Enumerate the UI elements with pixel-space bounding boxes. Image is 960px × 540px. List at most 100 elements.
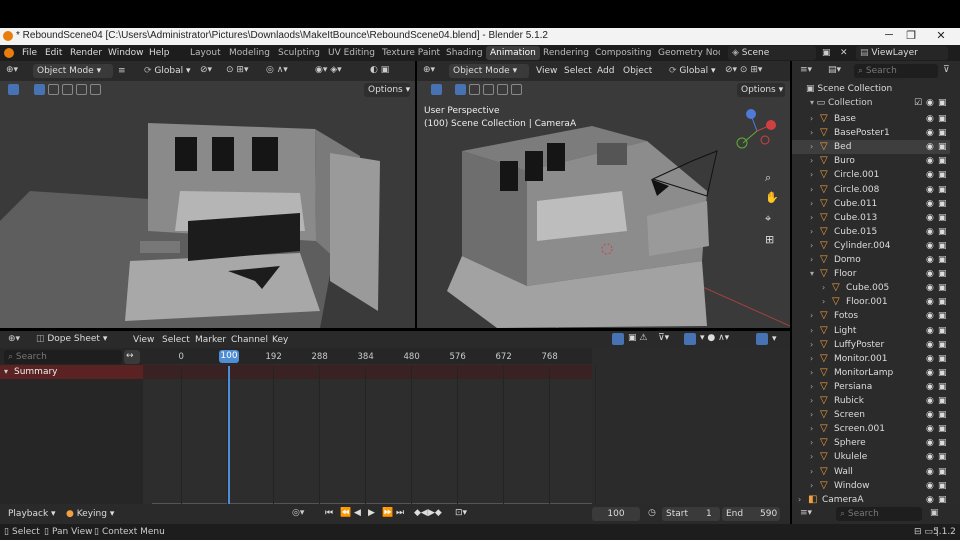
tab-sculpting[interactable]: Sculpting bbox=[274, 46, 324, 60]
render-camera-icon[interactable]: ▣ bbox=[938, 396, 947, 406]
right-3d-viewport[interactable]: Options ▾ User Perspective (100) Scene C… bbox=[417, 81, 790, 328]
menu-help[interactable]: Help bbox=[149, 48, 170, 58]
visibility-eye-icon[interactable]: ◉ bbox=[926, 340, 934, 350]
outliner-item-persiana[interactable]: › ▽ Persiana ◉ ▣ bbox=[792, 380, 950, 394]
render-camera-icon[interactable]: ▣ bbox=[938, 326, 947, 336]
render-camera-icon[interactable]: ▣ bbox=[938, 156, 947, 166]
dopesheet-menu-select[interactable]: Select bbox=[162, 335, 190, 345]
menu-edit[interactable]: Edit bbox=[45, 48, 62, 58]
outliner-item-monitorlamp[interactable]: › ▽ MonitorLamp ◉ ▣ bbox=[792, 366, 950, 380]
outliner-search-input[interactable]: ⌕ Search bbox=[854, 64, 938, 78]
preview-range-icon[interactable]: ◷ bbox=[648, 508, 656, 518]
prev-marker-icon[interactable]: ◆◀ bbox=[414, 508, 428, 518]
outliner-item-bed[interactable]: › ▽ Bed ◉ ▣ bbox=[792, 140, 950, 155]
render-camera-icon[interactable]: ▣ bbox=[938, 452, 947, 462]
outliner-item-wall[interactable]: › ▽ Wall ◉ ▣ bbox=[792, 465, 950, 479]
visibility-eye-icon[interactable]: ◉ bbox=[926, 269, 934, 279]
collection-visibility-icon[interactable]: ◉ bbox=[926, 98, 934, 108]
visibility-eye-icon[interactable]: ◉ bbox=[926, 311, 934, 321]
keying-dropdown[interactable]: ● Keying ▾ bbox=[62, 507, 120, 521]
render-camera-icon[interactable]: ▣ bbox=[938, 467, 947, 477]
close-button[interactable]: ✕ bbox=[934, 29, 948, 42]
chevron-right-icon[interactable]: › bbox=[810, 241, 813, 250]
visibility-eye-icon[interactable]: ◉ bbox=[926, 170, 934, 180]
tab-uv-editing[interactable]: UV Editing bbox=[324, 46, 379, 60]
tab-modeling[interactable]: Modeling bbox=[225, 46, 274, 60]
menu-window[interactable]: Window bbox=[108, 48, 144, 58]
outliner-item-rubick[interactable]: › ▽ Rubick ◉ ▣ bbox=[792, 394, 950, 408]
sync-icon[interactable]: ⊡▾ bbox=[455, 508, 467, 518]
visibility-eye-icon[interactable]: ◉ bbox=[926, 227, 934, 237]
chevron-right-icon[interactable]: › bbox=[810, 326, 813, 335]
visibility-eye-icon[interactable]: ◉ bbox=[926, 424, 934, 434]
left-snap-icon[interactable]: ⊙ ⊞▾ bbox=[226, 65, 248, 75]
tab-animation[interactable]: Animation bbox=[486, 46, 540, 60]
render-camera-icon[interactable]: ▣ bbox=[938, 199, 947, 209]
dopesheet-mode-dropdown[interactable]: ◫ Dope Sheet ▾ bbox=[32, 332, 124, 346]
proportional-edit-icon[interactable] bbox=[756, 333, 768, 345]
play-icon[interactable]: ▶ bbox=[368, 508, 375, 518]
menu-render[interactable]: Render bbox=[70, 48, 102, 58]
start-frame-field[interactable]: Start 1 bbox=[662, 507, 720, 521]
chevron-right-icon[interactable]: › bbox=[810, 424, 813, 433]
chevron-right-icon[interactable]: › bbox=[810, 452, 813, 461]
render-camera-icon[interactable]: ▣ bbox=[938, 255, 947, 265]
outliner-item-sphere[interactable]: › ▽ Sphere ◉ ▣ bbox=[792, 436, 950, 450]
visibility-eye-icon[interactable]: ◉ bbox=[926, 438, 934, 448]
render-camera-icon[interactable]: ▣ bbox=[938, 438, 947, 448]
render-camera-icon[interactable]: ▣ bbox=[938, 227, 947, 237]
right-menu-view[interactable]: View bbox=[536, 66, 557, 76]
visibility-eye-icon[interactable]: ◉ bbox=[926, 241, 934, 251]
outliner-item-cylinder-004[interactable]: › ▽ Cylinder.004 ◉ ▣ bbox=[792, 239, 950, 253]
chevron-down-icon[interactable]: ▾ bbox=[810, 269, 814, 278]
left-proportional-icon[interactable]: ◎ ∧▾ bbox=[266, 65, 288, 75]
outliner-item-buro[interactable]: › ▽ Buro ◉ ▣ bbox=[792, 154, 950, 168]
visibility-eye-icon[interactable]: ◉ bbox=[926, 156, 934, 166]
end-frame-field[interactable]: End 590 bbox=[722, 507, 780, 521]
record-icon[interactable]: ◎▾ bbox=[292, 508, 304, 518]
visibility-eye-icon[interactable]: ◉ bbox=[926, 467, 934, 477]
visibility-eye-icon[interactable]: ◉ bbox=[926, 185, 934, 195]
chevron-right-icon[interactable]: › bbox=[810, 156, 813, 165]
render-camera-icon[interactable]: ▣ bbox=[938, 424, 947, 434]
right-menu-object[interactable]: Object bbox=[623, 66, 652, 76]
outliner-item-ukulele[interactable]: › ▽ Ukulele ◉ ▣ bbox=[792, 450, 950, 464]
pan-hand-icon[interactable]: ✋ bbox=[765, 191, 779, 204]
chevron-right-icon[interactable]: › bbox=[810, 199, 813, 208]
visibility-eye-icon[interactable]: ◉ bbox=[926, 326, 934, 336]
render-camera-icon[interactable]: ▣ bbox=[938, 128, 947, 138]
outliner-item-cube-011[interactable]: › ▽ Cube.011 ◉ ▣ bbox=[792, 197, 950, 211]
render-camera-icon[interactable]: ▣ bbox=[938, 283, 947, 293]
visibility-eye-icon[interactable]: ◉ bbox=[926, 382, 934, 392]
render-camera-icon[interactable]: ▣ bbox=[938, 382, 947, 392]
outliner-item-floor-001[interactable]: › ▽ Floor.001 ◉ ▣ bbox=[792, 295, 950, 309]
visibility-eye-icon[interactable]: ◉ bbox=[926, 481, 934, 491]
visibility-eye-icon[interactable]: ◉ bbox=[926, 128, 934, 138]
tab-texture-paint[interactable]: Texture Paint bbox=[378, 46, 444, 60]
outliner-item-cube-015[interactable]: › ▽ Cube.015 ◉ ▣ bbox=[792, 225, 950, 239]
visibility-eye-icon[interactable]: ◉ bbox=[926, 199, 934, 209]
minimize-button[interactable]: ─ bbox=[882, 29, 896, 41]
outliner-item-domo[interactable]: › ▽ Domo ◉ ▣ bbox=[792, 253, 950, 267]
left-orientation-dropdown[interactable]: ⟳ Global ▾ bbox=[140, 64, 196, 78]
delete-scene-icon[interactable]: ✕ bbox=[840, 48, 848, 58]
summary-channel[interactable]: ▾ Summary bbox=[0, 365, 143, 379]
playhead-line[interactable] bbox=[228, 366, 230, 504]
visibility-eye-icon[interactable]: ◉ bbox=[926, 396, 934, 406]
proportional-dropdown-icon[interactable]: ▾ bbox=[772, 334, 777, 344]
play-reverse-icon[interactable]: ◀ bbox=[354, 508, 361, 518]
dopesheet-search-input[interactable]: ⌕ Search bbox=[4, 350, 122, 364]
render-camera-icon[interactable]: ▣ bbox=[938, 410, 947, 420]
dopesheet-menu-marker[interactable]: Marker bbox=[195, 335, 226, 345]
visibility-eye-icon[interactable]: ◉ bbox=[926, 354, 934, 364]
snapping-dropdown-icon[interactable]: ▾ ● ∧▾ bbox=[700, 333, 729, 343]
right-pivot-icon[interactable]: ⊘▾ ⊙ ⊞▾ bbox=[725, 65, 762, 75]
properties-editor-type-icon[interactable]: ≡▾ bbox=[800, 508, 812, 518]
collection-render-icon[interactable]: ▣ bbox=[938, 98, 947, 108]
chevron-right-icon[interactable]: › bbox=[810, 382, 813, 391]
visibility-eye-icon[interactable]: ◉ bbox=[926, 297, 934, 307]
render-camera-icon[interactable]: ▣ bbox=[938, 185, 947, 195]
chevron-right-icon[interactable]: › bbox=[822, 283, 825, 292]
viewlayer-selector[interactable]: ▤ ViewLayer bbox=[856, 46, 948, 60]
sync-visible-range-icon[interactable]: ↔ bbox=[124, 350, 140, 364]
